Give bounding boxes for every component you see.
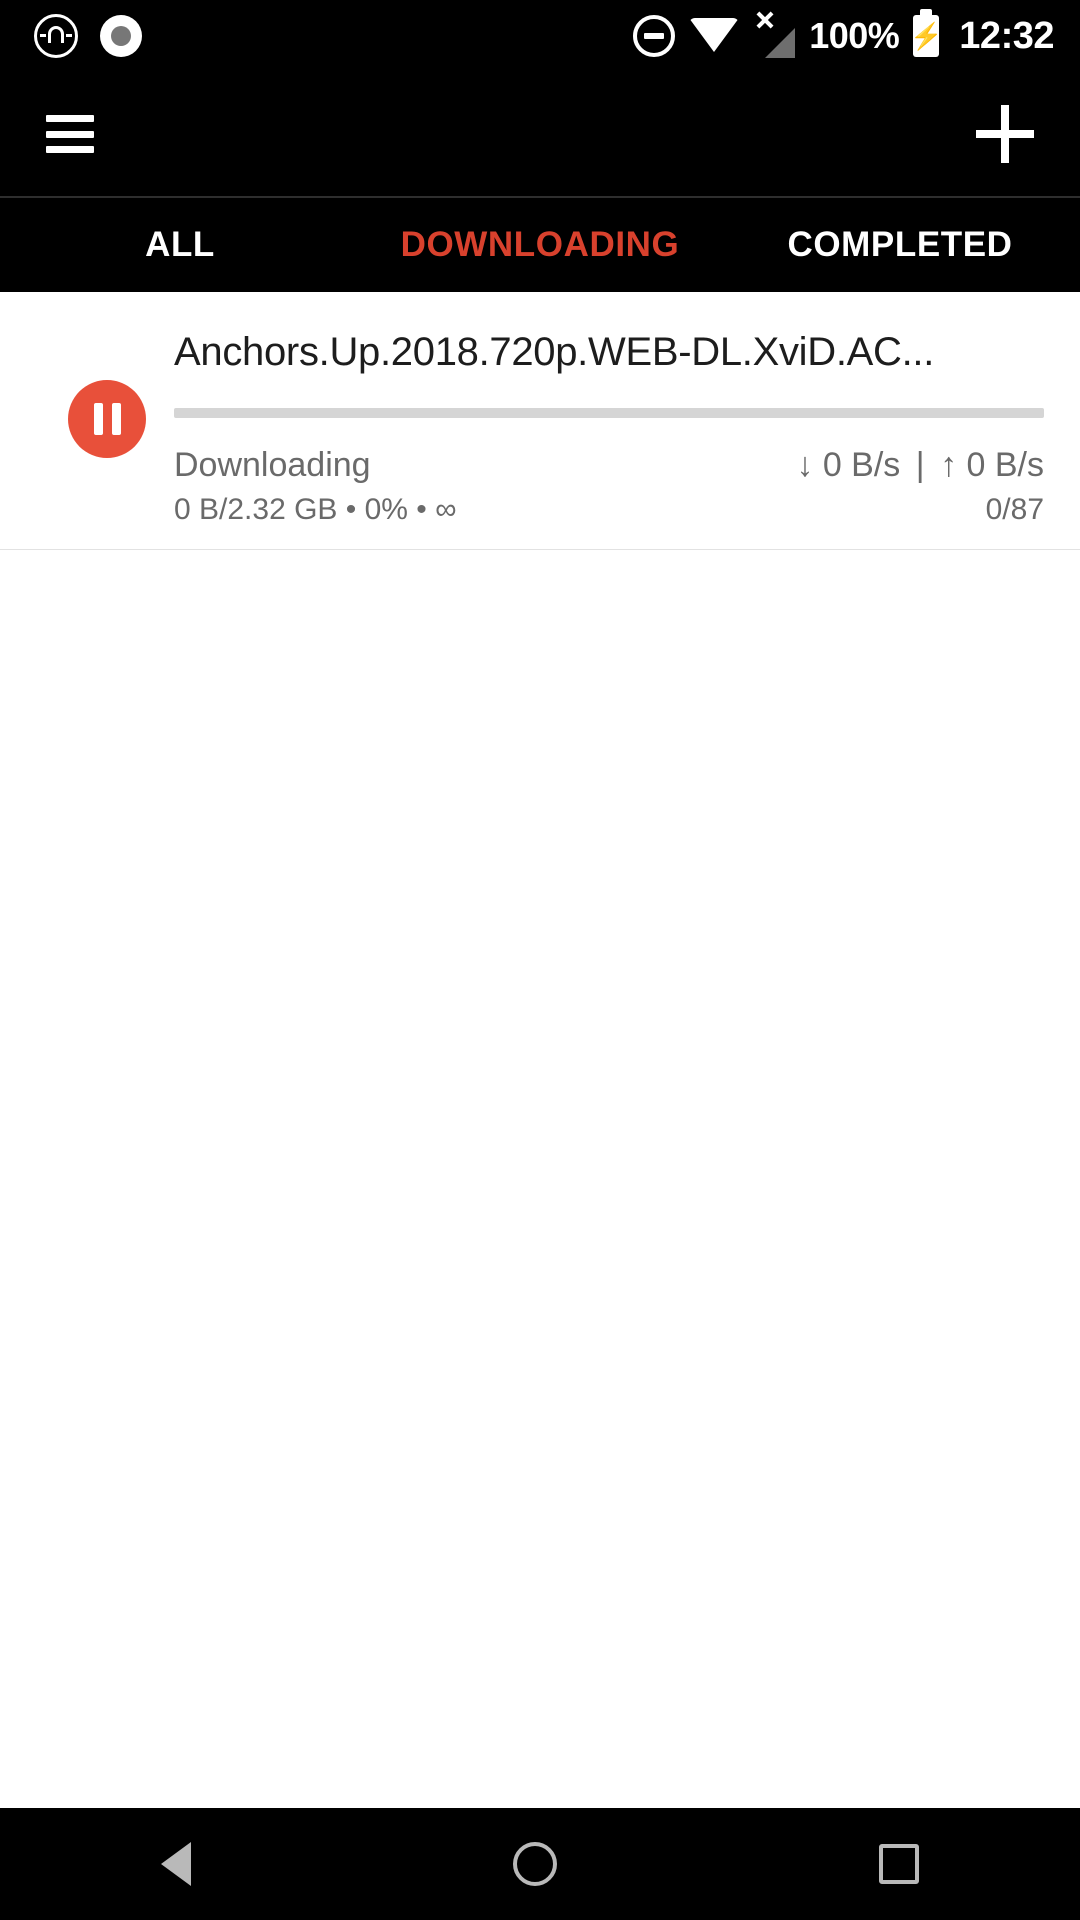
upload-arrow-icon: ↑ (940, 446, 958, 484)
transfer-speeds: ↓ 0 B/s | ↑ 0 B/s (796, 446, 1044, 485)
download-status-row: Downloading ↓ 0 B/s | ↑ 0 B/s (174, 446, 1044, 485)
status-bar: 100% ⚡ 12:32 (0, 0, 1080, 72)
peers-label: 0/87 (985, 493, 1044, 526)
speed-separator: | (915, 446, 925, 484)
hamburger-menu-icon[interactable] (46, 115, 94, 153)
plus-add-icon[interactable] (976, 105, 1034, 163)
do-not-disturb-icon (633, 15, 676, 57)
pause-icon[interactable] (68, 380, 146, 458)
status-bar-left (34, 14, 142, 58)
tab-completed[interactable]: COMPLETED (720, 225, 1080, 265)
download-list: Anchors.Up.2018.720p.WEB-DL.XviD.AC... D… (0, 292, 1080, 1808)
table-row[interactable]: Anchors.Up.2018.720p.WEB-DL.XviD.AC... D… (0, 292, 1080, 550)
back-nav-icon[interactable] (161, 1842, 191, 1886)
tab-downloading[interactable]: DOWNLOADING (360, 225, 720, 265)
wifi-full-icon (689, 18, 740, 52)
tab-bar: ALL DOWNLOADING COMPLETED (0, 198, 1080, 292)
recents-nav-icon[interactable] (879, 1844, 919, 1884)
android-nav-bar (0, 1808, 1080, 1920)
battery-charging-icon: ⚡ (910, 9, 942, 57)
download-title: Anchors.Up.2018.720p.WEB-DL.XviD.AC... (174, 330, 935, 374)
battery-percent-label: 100% (809, 15, 900, 56)
app-bar (0, 72, 1080, 196)
status-badge: Downloading (174, 446, 371, 484)
magnet-circle-icon (34, 14, 78, 58)
download-size-label: 0 B/2.32 GB • 0% • ∞ (174, 493, 457, 526)
download-speed-label: 0 B/s (822, 446, 901, 484)
upload-speed-label: 0 B/s (966, 446, 1044, 484)
download-arrow-icon: ↓ (796, 446, 814, 484)
status-bar-right: 100% ⚡ 12:32 (633, 9, 1054, 58)
progress-bar (174, 408, 1044, 418)
tab-all[interactable]: ALL (0, 225, 360, 265)
download-details: Anchors.Up.2018.720p.WEB-DL.XviD.AC... D… (174, 318, 1044, 527)
no-sim-signal-icon (753, 11, 796, 58)
screen-record-icon (100, 15, 142, 57)
status-bar-clock: 12:32 (959, 14, 1054, 57)
download-size-row: 0 B/2.32 GB • 0% • ∞ 0/87 (174, 493, 1044, 527)
phone-screen: 100% ⚡ 12:32 ALL DOWNLOADING COMPLETED A… (0, 0, 1080, 1920)
home-nav-icon[interactable] (513, 1842, 557, 1886)
